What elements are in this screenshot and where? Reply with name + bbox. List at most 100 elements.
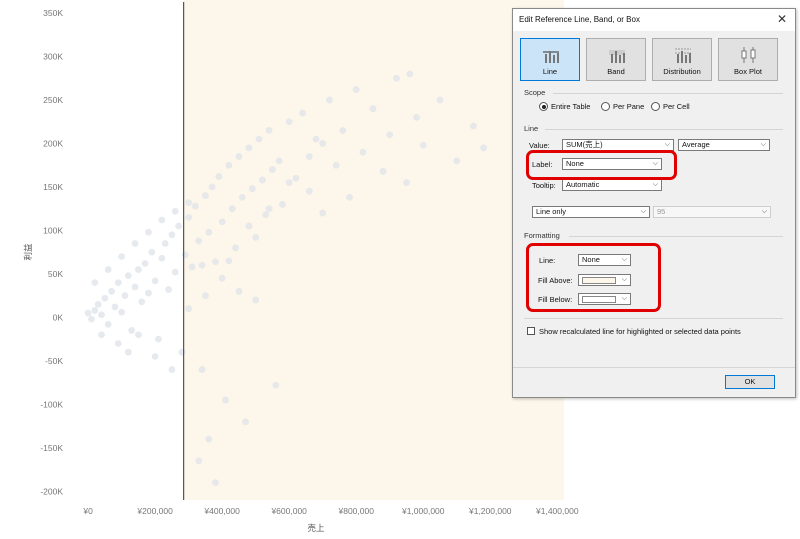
scatter-point[interactable] bbox=[470, 122, 477, 130]
scatter-point[interactable] bbox=[262, 211, 270, 219]
scatter-point[interactable] bbox=[202, 292, 209, 300]
type-box-plot-button[interactable]: Box Plot bbox=[718, 38, 778, 81]
scatter-point[interactable] bbox=[104, 320, 112, 328]
scatter-point[interactable] bbox=[171, 268, 179, 276]
scatter-point[interactable] bbox=[292, 174, 300, 182]
scatter-point[interactable] bbox=[453, 157, 461, 165]
scatter-point[interactable] bbox=[245, 144, 253, 152]
scatter-point[interactable] bbox=[413, 113, 420, 121]
scatter-point[interactable] bbox=[158, 216, 166, 224]
aggregation-select[interactable]: Average ⌵ bbox=[678, 139, 770, 151]
scatter-point[interactable] bbox=[406, 70, 414, 78]
scatter-point[interactable] bbox=[326, 96, 333, 104]
scatter-point[interactable] bbox=[151, 353, 159, 360]
scatter-point[interactable] bbox=[114, 340, 122, 347]
close-icon[interactable]: ✕ bbox=[777, 12, 787, 26]
scope-entire-table-radio[interactable]: Entire Table bbox=[539, 102, 590, 111]
recalc-checkbox[interactable] bbox=[527, 327, 535, 335]
scatter-point[interactable] bbox=[248, 185, 256, 193]
scatter-point[interactable] bbox=[222, 396, 229, 404]
scatter-point[interactable] bbox=[151, 277, 159, 285]
scatter-point[interactable] bbox=[195, 457, 203, 465]
scatter-point[interactable] bbox=[145, 228, 152, 236]
scatter-point[interactable] bbox=[235, 287, 243, 295]
scatter-point[interactable] bbox=[285, 118, 293, 126]
scatter-point[interactable] bbox=[242, 418, 250, 426]
scatter-point[interactable] bbox=[279, 200, 286, 208]
scatter-point[interactable] bbox=[118, 308, 126, 316]
scatter-point[interactable] bbox=[118, 253, 126, 260]
scatter-point[interactable] bbox=[171, 207, 179, 215]
scatter-point[interactable] bbox=[299, 109, 306, 117]
scatter-point[interactable] bbox=[185, 305, 193, 313]
scatter-point[interactable] bbox=[165, 286, 172, 293]
scatter-point[interactable] bbox=[91, 307, 99, 314]
scatter-point[interactable] bbox=[285, 179, 293, 187]
scatter-point[interactable] bbox=[84, 309, 92, 317]
scatter-point[interactable] bbox=[188, 263, 196, 271]
scatter-point[interactable] bbox=[218, 274, 226, 282]
scatter-point[interactable] bbox=[238, 193, 246, 201]
scatter-point[interactable] bbox=[138, 298, 146, 306]
scatter-point[interactable] bbox=[128, 327, 136, 334]
scatter-point[interactable] bbox=[155, 335, 162, 343]
scatter-point[interactable] bbox=[419, 141, 427, 149]
scatter-point[interactable] bbox=[265, 205, 273, 213]
scatter-point[interactable] bbox=[195, 237, 203, 245]
scatter-point[interactable] bbox=[332, 161, 340, 169]
scatter-point[interactable] bbox=[141, 260, 149, 267]
scatter-point[interactable] bbox=[215, 173, 223, 180]
scatter-point[interactable] bbox=[114, 279, 122, 287]
scatter-point[interactable] bbox=[245, 222, 253, 230]
scatter-point[interactable] bbox=[218, 218, 226, 226]
scatter-point[interactable] bbox=[191, 202, 199, 210]
scatter-point[interactable] bbox=[134, 331, 142, 339]
scatter-point[interactable] bbox=[104, 266, 112, 273]
scatter-point[interactable] bbox=[205, 228, 213, 236]
scatter-point[interactable] bbox=[225, 161, 233, 169]
scatter-point[interactable] bbox=[252, 233, 260, 241]
scatter-point[interactable] bbox=[175, 222, 182, 230]
scatter-point[interactable] bbox=[379, 167, 387, 175]
scatter-point[interactable] bbox=[225, 257, 233, 265]
scatter-point[interactable] bbox=[265, 127, 273, 134]
scatter-point[interactable] bbox=[386, 131, 394, 139]
scatter-point[interactable] bbox=[436, 96, 444, 104]
scatter-point[interactable] bbox=[212, 258, 219, 266]
scatter-point[interactable] bbox=[101, 294, 109, 302]
scatter-point[interactable] bbox=[255, 135, 263, 143]
scatter-point[interactable] bbox=[319, 209, 327, 217]
ok-button[interactable]: OK bbox=[725, 375, 775, 389]
scatter-point[interactable] bbox=[111, 303, 119, 311]
scatter-point[interactable] bbox=[91, 279, 99, 287]
scatter-point[interactable] bbox=[134, 266, 142, 273]
scatter-point[interactable] bbox=[319, 140, 327, 147]
scatter-point[interactable] bbox=[131, 283, 139, 291]
type-distribution-button[interactable]: Distribution bbox=[652, 38, 712, 81]
scatter-point[interactable] bbox=[275, 157, 283, 165]
line-type-select[interactable]: Line only ⌵ bbox=[532, 206, 650, 218]
scatter-point[interactable] bbox=[124, 348, 132, 356]
scatter-point[interactable] bbox=[205, 435, 213, 443]
scatter-point[interactable] bbox=[108, 287, 115, 295]
scatter-point[interactable] bbox=[178, 348, 186, 356]
scatter-point[interactable] bbox=[346, 193, 353, 201]
scatter-point[interactable] bbox=[393, 74, 400, 82]
scatter-point[interactable] bbox=[185, 199, 193, 207]
type-line-button[interactable]: Line bbox=[520, 38, 580, 81]
scatter-point[interactable] bbox=[121, 292, 129, 300]
scatter-point[interactable] bbox=[269, 166, 276, 173]
scatter-point[interactable] bbox=[198, 261, 206, 269]
scatter-point[interactable] bbox=[124, 272, 132, 280]
scope-per-pane-radio[interactable]: Per Pane bbox=[601, 102, 644, 111]
scatter-point[interactable] bbox=[252, 296, 260, 304]
scatter-point[interactable] bbox=[208, 183, 216, 191]
scatter-point[interactable] bbox=[88, 315, 95, 323]
scatter-point[interactable] bbox=[181, 251, 189, 259]
scatter-point[interactable] bbox=[168, 366, 176, 373]
scatter-point[interactable] bbox=[312, 135, 320, 143]
tooltip-select[interactable]: Automatic ⌵ bbox=[562, 179, 662, 191]
scatter-point[interactable] bbox=[168, 231, 176, 239]
scatter-point[interactable] bbox=[131, 240, 139, 247]
scatter-point[interactable] bbox=[369, 105, 377, 113]
